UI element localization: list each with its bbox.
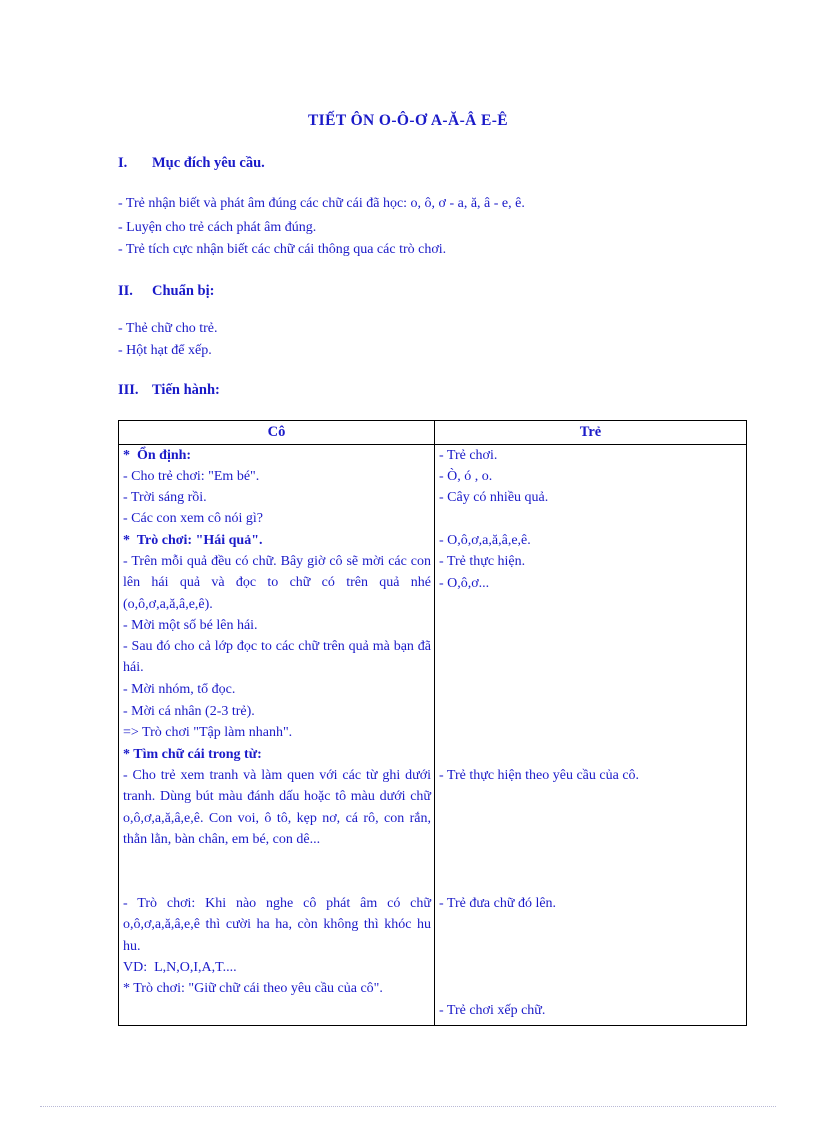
lesson-plan-table: Cô Trẻ * Ổn định: - Cho trẻ chơi: "Em bé…: [118, 420, 747, 1026]
child-line-8: - Trẻ đưa chữ đó lên.: [439, 896, 557, 911]
teacher-line-10: - Mời cá nhân (2-3 trẻ).: [123, 704, 255, 719]
section-1-line-2: - Luyện cho trẻ cách phát âm đúng.: [118, 220, 317, 235]
section-1-line-1: - Trẻ nhận biết và phát âm đúng các chữ …: [118, 196, 525, 211]
child-line-9: - Trẻ chơi xếp chữ.: [439, 1003, 546, 1018]
teacher-column-cell: * Ổn định: - Cho trẻ chơi: "Em bé". - Tr…: [118, 444, 435, 1026]
teacher-line-1: * Ổn định:: [123, 448, 192, 463]
child-line-6: - O,ô,ơ...: [439, 576, 490, 591]
teacher-line-2: - Cho trẻ chơi: "Em bé".: [123, 469, 260, 484]
teacher-line-16: * Trò chơi: "Giữ chữ cái theo yêu cầu củ…: [123, 981, 383, 996]
section-numeral-3: III.: [118, 382, 139, 398]
table-row: * Ổn định: - Cho trẻ chơi: "Em bé". - Tr…: [118, 444, 747, 1026]
teacher-line-7: - Mời một số bé lên hái.: [123, 618, 258, 633]
section-title-3: Tiến hành:: [152, 382, 220, 398]
teacher-line-3: - Trời sáng rồi.: [123, 490, 207, 505]
teacher-line-5: * Trò chơi: "Hái quả".: [123, 533, 263, 548]
child-line-7: - Trẻ thực hiện theo yêu cầu của cô.: [439, 768, 640, 783]
section-numeral-1: I.: [118, 155, 128, 171]
column-header-teacher: Cô: [118, 420, 435, 445]
page-title: TIẾT ÔN O-Ô-Ơ A-Ă-Â E-Ê: [307, 112, 509, 129]
section-numeral-2: II.: [118, 283, 133, 299]
section-2-line-1: - Thẻ chữ cho trẻ.: [118, 321, 218, 336]
teacher-line-14: - Trò chơi: Khi nào nghe cô phát âm có c…: [123, 896, 431, 954]
section-1-line-3: - Trẻ tích cực nhận biết các chữ cái thô…: [118, 242, 447, 257]
document-page: TIẾT ÔN O-Ô-Ơ A-Ă-Â E-Ê I. Mục đích yêu c…: [0, 0, 816, 1123]
child-line-5: - Trẻ thực hiện.: [439, 554, 526, 569]
footer-divider: [40, 1106, 776, 1108]
section-heading-3: III. Tiến hành:: [118, 382, 220, 399]
teacher-line-13: - Cho trẻ xem tranh và làm quen với các …: [123, 768, 431, 847]
teacher-line-8: - Sau đó cho cả lớp đọc to các chữ trên …: [123, 639, 431, 676]
section-title-1: Mục đích yêu cầu.: [152, 155, 265, 171]
child-line-2: - Ò, ó , o.: [439, 469, 493, 484]
column-header-child: Trẻ: [434, 420, 747, 445]
child-line-4: - O,ô,ơ,a,ă,â,e,ê.: [439, 533, 531, 548]
child-column-cell: - Trẻ chơi. - Ò, ó , o. - Cây có nhiều q…: [434, 444, 747, 1026]
child-line-1: - Trẻ chơi.: [439, 448, 498, 463]
section-heading-1: I. Mục đích yêu cầu.: [118, 155, 265, 172]
teacher-line-15: VD: L,N,O,I,A,T....: [123, 960, 237, 975]
teacher-line-9: - Mời nhóm, tổ đọc.: [123, 682, 236, 697]
teacher-line-4: - Các con xem cô nói gì?: [123, 511, 263, 526]
table-header-row: Cô Trẻ: [118, 420, 747, 445]
teacher-line-6: - Trên mỗi quả đều có chữ. Bây giờ cô sẽ…: [123, 554, 431, 612]
child-content: - Trẻ chơi. - Ò, ó , o. - Cây có nhiều q…: [435, 445, 746, 1025]
teacher-content: * Ổn định: - Cho trẻ chơi: "Em bé". - Tr…: [119, 445, 434, 1025]
section-2-line-2: - Hột hạt để xếp.: [118, 343, 212, 358]
teacher-line-12: * Tìm chữ cái trong từ:: [123, 747, 262, 762]
section-title-2: Chuẩn bị:: [152, 283, 215, 299]
teacher-line-11: => Trò chơi "Tập làm nhanh".: [123, 725, 293, 740]
section-heading-2: II. Chuẩn bị:: [118, 283, 214, 300]
child-line-3: - Cây có nhiều quả.: [439, 490, 549, 505]
